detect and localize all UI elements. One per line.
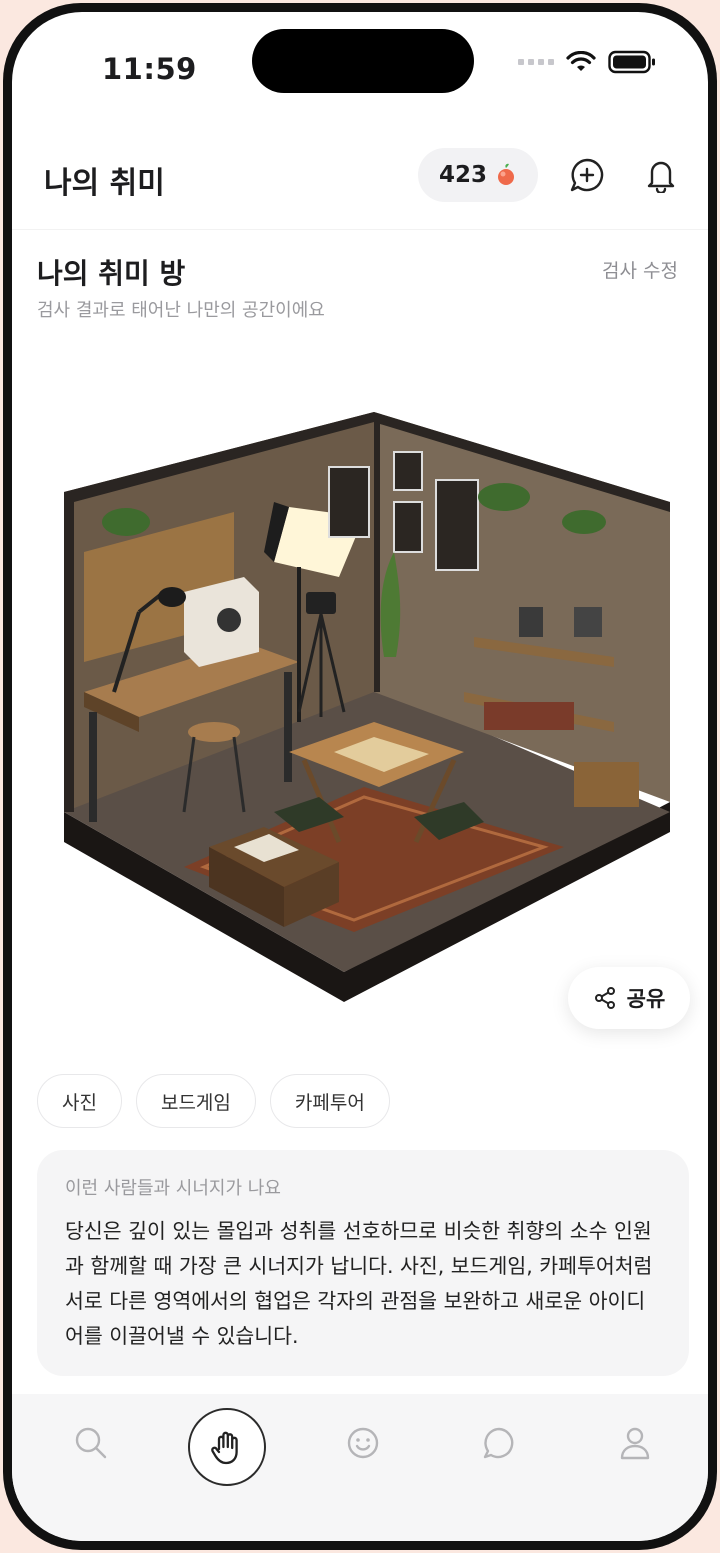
synergy-card: 이런 사람들과 시너지가 나요 당신은 깊이 있는 몰입과 성취를 선호하므로 …	[37, 1150, 689, 1376]
dynamic-island	[252, 29, 474, 93]
tab-bar	[12, 1394, 708, 1541]
app-title: 나의 취미	[44, 166, 165, 201]
battery-icon	[608, 50, 655, 74]
hobby-room-illustration	[64, 412, 670, 1002]
phone-frame: 11:59 나의 취미 423 나의 취미 방 검사 결과로 태어난 나만의 공…	[3, 3, 717, 1550]
share-icon	[594, 987, 615, 1009]
app-header: 나의 취미 423	[12, 134, 708, 230]
search-icon	[75, 1427, 107, 1459]
screen: 11:59 나의 취미 423 나의 취미 방 검사 결과로 태어난 나만의 공…	[12, 12, 708, 1541]
synergy-label: 이런 사람들과 시너지가 나요	[65, 1178, 281, 1199]
section-subtitle: 검사 결과로 태어난 나만의 공간이에요	[37, 300, 325, 321]
tag-chip[interactable]: 보드게임	[135, 1074, 256, 1128]
section-title: 나의 취미 방	[37, 257, 186, 290]
share-label: 공유	[626, 987, 666, 1011]
profile-icon	[620, 1427, 650, 1460]
tag-chip[interactable]: 사진	[37, 1074, 122, 1128]
synergy-text: 당신은 깊이 있는 몰입과 성취를 선호하므로 비슷한 취향의 소수 인원과 함…	[65, 1219, 653, 1348]
hobby-tags: 사진 보드게임 카페투어	[37, 1074, 390, 1128]
chat-icon	[483, 1427, 514, 1459]
smile-icon	[347, 1427, 379, 1459]
peach-icon	[498, 163, 514, 185]
tab-mood[interactable]	[340, 1420, 386, 1466]
status-time: 11:59	[102, 52, 197, 86]
share-button[interactable]: 공유	[568, 967, 690, 1029]
points-value: 423	[438, 162, 487, 188]
hand-icon	[211, 1431, 238, 1465]
tab-hobby[interactable]	[188, 1408, 266, 1486]
chat-plus-icon[interactable]	[566, 154, 608, 196]
points-badge[interactable]: 423	[418, 148, 538, 202]
tab-profile[interactable]	[612, 1420, 658, 1466]
edit-test-link[interactable]: 검사 수정	[602, 256, 678, 283]
wifi-icon	[566, 51, 596, 71]
tab-search[interactable]	[68, 1420, 114, 1466]
tag-chip[interactable]: 카페투어	[269, 1074, 390, 1128]
tab-chat[interactable]	[476, 1420, 522, 1466]
signal-icon	[518, 59, 554, 65]
bell-icon[interactable]	[640, 154, 682, 196]
status-icons	[518, 50, 656, 74]
